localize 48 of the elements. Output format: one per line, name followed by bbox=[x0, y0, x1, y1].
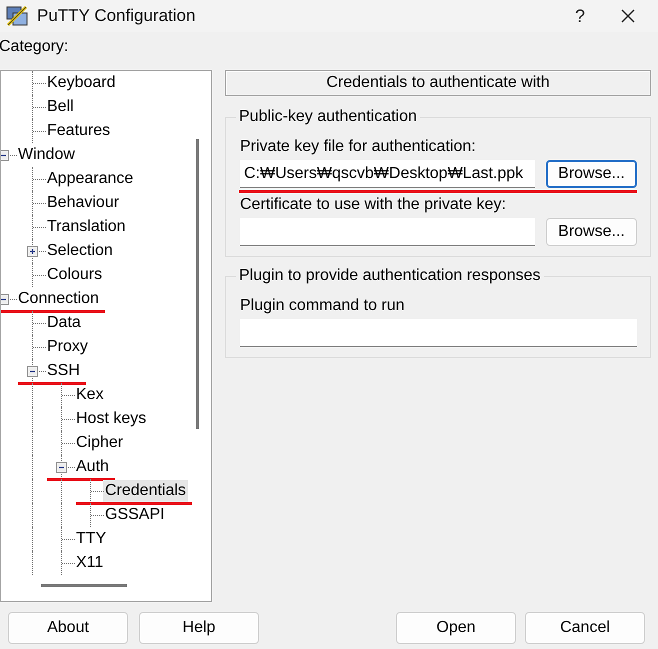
tree-item[interactable]: Translation bbox=[45, 216, 128, 238]
tree-item[interactable]: TTY bbox=[74, 528, 108, 550]
close-icon bbox=[621, 9, 635, 23]
tree-item[interactable]: Proxy bbox=[45, 336, 90, 358]
expander-icon[interactable] bbox=[1, 294, 9, 305]
tree-item[interactable]: GSSAPI bbox=[103, 504, 167, 526]
tree-item[interactable]: Colours bbox=[45, 264, 104, 286]
dialog-button[interactable]: Help bbox=[139, 612, 259, 644]
tree-item[interactable]: Bell bbox=[45, 96, 76, 118]
scrollbar-thumb[interactable] bbox=[41, 584, 127, 587]
browse-button[interactable]: Browse... bbox=[546, 218, 637, 246]
expander-icon[interactable] bbox=[1, 150, 9, 161]
tree-item[interactable]: Kex bbox=[74, 384, 106, 406]
window-title: PuTTY Configuration bbox=[37, 6, 196, 26]
browse-button[interactable]: Browse... bbox=[546, 160, 637, 188]
input-field[interactable] bbox=[240, 218, 535, 246]
tree-item[interactable]: X11 bbox=[74, 552, 106, 574]
tree-item[interactable]: Connection bbox=[16, 288, 101, 310]
tree-item[interactable]: Data bbox=[45, 312, 83, 334]
tree-item[interactable]: Cipher bbox=[74, 432, 126, 454]
expander-icon[interactable] bbox=[27, 366, 38, 377]
group-title: Public-key authentication bbox=[238, 108, 418, 126]
input-field[interactable]: C:₩Users₩qscvb₩Desktop₩Last.ppk bbox=[240, 160, 535, 188]
panel-title: Credentials to authenticate with bbox=[225, 70, 651, 96]
expander-icon[interactable] bbox=[27, 246, 38, 257]
field-label: Private key file for authentication: bbox=[240, 137, 477, 157]
tree-item[interactable]: Selection bbox=[45, 240, 115, 262]
tree-item[interactable]: SSH bbox=[45, 360, 82, 382]
help-button[interactable]: ? bbox=[556, 0, 604, 32]
tree-item[interactable]: Behaviour bbox=[45, 192, 122, 214]
tree-item[interactable]: Features bbox=[45, 120, 112, 142]
category-label: Category: bbox=[0, 37, 70, 57]
dialog-button[interactable]: Open bbox=[396, 612, 516, 644]
field-label: Plugin command to run bbox=[240, 296, 406, 316]
scrollbar-thumb[interactable] bbox=[196, 139, 199, 429]
tree-item[interactable]: Appearance bbox=[45, 168, 136, 190]
tree-item[interactable]: Window bbox=[16, 144, 77, 166]
expander-icon[interactable] bbox=[56, 462, 67, 473]
dialog-button[interactable]: About bbox=[8, 612, 128, 644]
input-field[interactable] bbox=[240, 319, 637, 347]
field-label: Certificate to use with the private key: bbox=[240, 195, 507, 215]
dialog-button[interactable]: Cancel bbox=[525, 612, 645, 644]
tree-item[interactable]: Keyboard bbox=[45, 72, 118, 94]
app-icon bbox=[5, 4, 29, 28]
tree-item[interactable]: Auth bbox=[74, 456, 111, 478]
tree-item[interactable]: Host keys bbox=[74, 408, 148, 430]
group-title: Plugin to provide authentication responses bbox=[238, 267, 542, 285]
tree-item[interactable]: Credentials bbox=[103, 480, 188, 502]
